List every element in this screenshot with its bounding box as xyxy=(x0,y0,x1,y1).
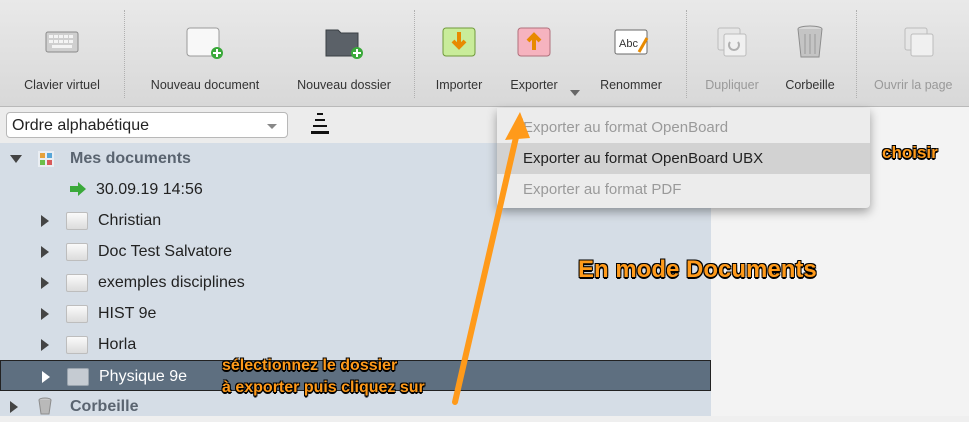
expand-triangle-icon[interactable] xyxy=(41,308,49,320)
toolbar-label: Ouvrir la page xyxy=(874,78,953,92)
toolbar-label: Nouveau dossier xyxy=(297,78,391,92)
trash-icon xyxy=(797,25,823,58)
tree-folder-label: Physique 9e xyxy=(99,368,188,385)
duplicate-icon xyxy=(717,27,747,57)
export-icon xyxy=(517,27,551,57)
new-folder-icon xyxy=(325,29,363,59)
toolbar-label: Exporter xyxy=(510,78,558,92)
arrow-right-icon xyxy=(70,182,86,196)
folder-icon xyxy=(67,368,89,386)
toolbar: Clavier virtuel Nouveau document Nouveau… xyxy=(0,0,969,107)
open-page-button[interactable]: Ouvrir la page xyxy=(864,0,969,106)
documents-grid-icon xyxy=(38,151,54,167)
annotation-choose: choisir xyxy=(882,143,938,162)
toolbar-label: Clavier virtuel xyxy=(24,78,100,92)
tree-folder-label: Horla xyxy=(98,336,137,353)
toolbar-label: Renommer xyxy=(600,78,662,92)
tree-trash-label: Corbeille xyxy=(70,398,139,415)
tree-item-label: 30.09.19 14:56 xyxy=(96,181,203,198)
expand-triangle-icon[interactable] xyxy=(41,277,49,289)
rename-icon: Abc xyxy=(614,29,649,55)
open-page-icon xyxy=(904,27,934,57)
rename-button[interactable]: Abc Renommer xyxy=(584,0,678,106)
new-document-icon xyxy=(186,27,223,59)
tree-folder[interactable]: HIST 9e xyxy=(0,298,711,329)
menu-item-export-pdf[interactable]: Exporter au format PDF xyxy=(497,174,870,205)
export-dropdown-menu: Exporter au format OpenBoard Exporter au… xyxy=(497,108,870,208)
expand-triangle-icon[interactable] xyxy=(10,401,18,413)
annotation-select-line1: sélectionnez le dossier xyxy=(222,357,398,374)
expand-triangle-icon[interactable] xyxy=(42,371,50,383)
new-document-button[interactable]: Nouveau document xyxy=(130,0,280,106)
folder-icon xyxy=(66,274,88,292)
keyboard-icon xyxy=(45,31,79,53)
toolbar-label: Importer xyxy=(435,78,483,92)
folder-icon xyxy=(66,212,88,230)
folder-icon xyxy=(66,305,88,323)
tree-folder-label: exemples disciplines xyxy=(98,274,245,291)
toolbar-label: Dupliquer xyxy=(705,78,759,92)
expand-triangle-icon[interactable] xyxy=(41,339,49,351)
trash-button[interactable]: Corbeille xyxy=(772,0,848,106)
import-button[interactable]: Importer xyxy=(424,0,494,106)
chevron-down-icon[interactable] xyxy=(570,90,580,96)
folder-icon xyxy=(66,243,88,261)
trash-icon xyxy=(38,397,52,415)
duplicate-button[interactable]: Dupliquer xyxy=(692,0,772,106)
expand-triangle-icon[interactable] xyxy=(41,215,49,227)
tree-folder-label: Doc Test Salvatore xyxy=(98,243,232,260)
sort-order-icon[interactable] xyxy=(310,112,330,134)
export-button[interactable]: Exporter xyxy=(496,0,572,106)
toolbar-label: Nouveau document xyxy=(150,78,260,92)
annotation-select-line2: à exporter puis cliquez sur xyxy=(222,379,425,396)
tree-root-label: Mes documents xyxy=(70,150,191,167)
tree-folder-label: HIST 9e xyxy=(98,305,157,322)
sort-order-select[interactable]: Ordre alphabétique xyxy=(6,112,288,138)
tree-folder-label: Christian xyxy=(98,212,162,229)
virtual-keyboard-button[interactable]: Clavier virtuel xyxy=(0,0,124,106)
sort-order-value: Ordre alphabétique xyxy=(12,117,149,134)
menu-item-export-openboard[interactable]: Exporter au format OpenBoard xyxy=(497,112,870,143)
chevron-down-icon xyxy=(267,124,277,129)
annotation-mode: En mode Documents xyxy=(578,256,817,283)
expand-triangle-icon[interactable] xyxy=(41,246,49,258)
new-folder-button[interactable]: Nouveau dossier xyxy=(280,0,408,106)
svg-text:Abc: Abc xyxy=(619,38,638,50)
expand-triangle-icon[interactable] xyxy=(10,155,22,163)
tree-folder[interactable]: Christian xyxy=(0,205,711,236)
menu-item-export-openboard-ubx[interactable]: Exporter au format OpenBoard UBX xyxy=(497,143,870,174)
import-icon xyxy=(442,27,476,57)
tree-folder[interactable]: Horla xyxy=(0,329,711,360)
folder-icon xyxy=(66,336,88,354)
toolbar-label: Corbeille xyxy=(785,78,835,92)
